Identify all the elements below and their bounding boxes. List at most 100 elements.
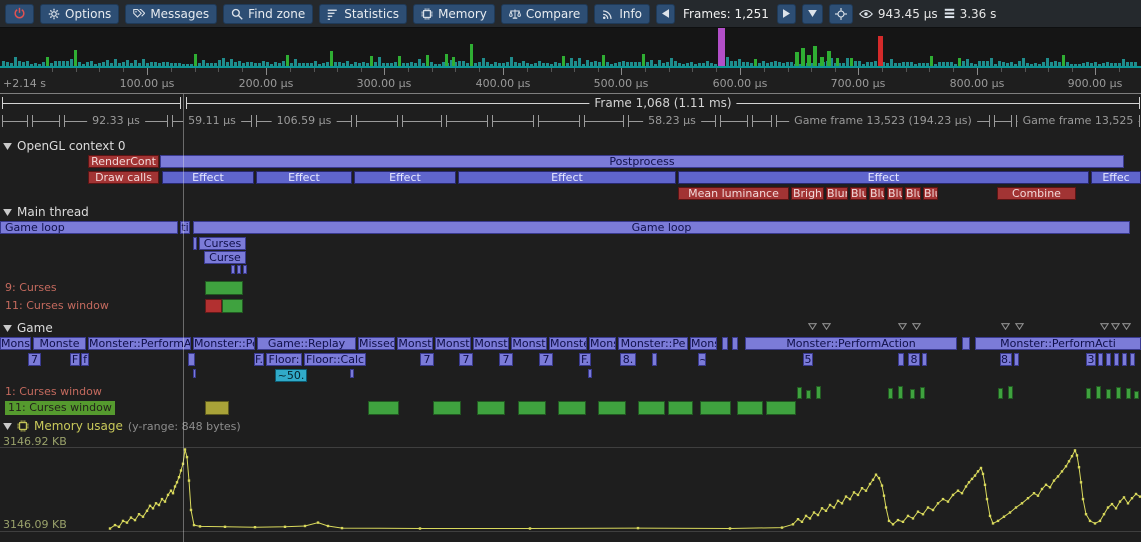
frame-time-histogram[interactable] bbox=[0, 28, 1141, 68]
timeline-zone[interactable]: Effect bbox=[678, 171, 1089, 184]
plot-bar[interactable] bbox=[998, 388, 1003, 399]
collapse-arrow-icon[interactable] bbox=[3, 143, 12, 150]
frame-bar[interactable] bbox=[1114, 63, 1117, 66]
frame-bar[interactable] bbox=[414, 63, 417, 66]
frame-marker[interactable] bbox=[492, 114, 534, 128]
frame-marker[interactable] bbox=[32, 114, 60, 128]
timeline-zone[interactable] bbox=[898, 353, 904, 366]
frame-bar[interactable] bbox=[526, 63, 529, 66]
frame-marker[interactable] bbox=[720, 114, 748, 128]
frame-bar[interactable] bbox=[546, 63, 549, 66]
frame-bar[interactable] bbox=[174, 63, 177, 66]
ghost-zone-icon[interactable] bbox=[912, 323, 921, 330]
frame-bar[interactable] bbox=[766, 63, 769, 66]
frame-bar[interactable] bbox=[726, 57, 729, 66]
frame-bar[interactable] bbox=[926, 63, 929, 66]
timeline-zone[interactable]: Missed bbox=[358, 337, 395, 350]
timeline-zone[interactable] bbox=[193, 237, 197, 250]
timeline-zone[interactable] bbox=[350, 369, 354, 378]
plot-bar[interactable] bbox=[898, 386, 903, 399]
frame-bar[interactable] bbox=[1038, 64, 1041, 66]
frame-bar[interactable] bbox=[1102, 63, 1105, 66]
frame-bar[interactable] bbox=[90, 61, 93, 66]
plot-bar[interactable] bbox=[518, 401, 546, 415]
frame-bar[interactable] bbox=[54, 61, 57, 66]
frame-bar[interactable] bbox=[434, 64, 437, 66]
frame-bar[interactable] bbox=[582, 64, 585, 66]
plot-bar[interactable] bbox=[477, 401, 505, 415]
frame-marker[interactable]: Game frame 13,525 bbox=[1016, 114, 1140, 128]
timeline-zone[interactable] bbox=[1130, 353, 1135, 366]
timeline-zone[interactable]: Mons bbox=[690, 337, 717, 350]
frame-bar[interactable] bbox=[1022, 58, 1025, 66]
find-zone-button[interactable]: Find zone bbox=[223, 4, 313, 24]
frame-bar[interactable] bbox=[122, 62, 125, 66]
frame-marker[interactable] bbox=[446, 114, 488, 128]
frame-bar[interactable] bbox=[498, 63, 501, 66]
timeline-zone[interactable]: Monster::Pe bbox=[618, 337, 688, 350]
frame-bar[interactable] bbox=[618, 62, 621, 66]
frame-bar[interactable] bbox=[650, 60, 653, 66]
frame-bar[interactable] bbox=[138, 63, 141, 66]
frame-bar[interactable] bbox=[274, 62, 277, 66]
ghost-zone-icon[interactable] bbox=[898, 323, 907, 330]
frame-bar[interactable] bbox=[642, 54, 645, 66]
frame-bar[interactable] bbox=[158, 63, 161, 66]
timeline-zone[interactable]: 3 bbox=[1086, 353, 1096, 366]
frame-bar[interactable] bbox=[466, 63, 469, 66]
timeline-zone[interactable]: Brigh bbox=[791, 187, 824, 200]
ghost-zone-icon[interactable] bbox=[1111, 323, 1120, 330]
timeline-zone[interactable]: Curses bbox=[199, 237, 246, 250]
frame-bar[interactable] bbox=[994, 64, 997, 66]
plot-bar[interactable] bbox=[700, 401, 731, 415]
frame-bar[interactable] bbox=[282, 61, 285, 66]
timeline-zone[interactable] bbox=[237, 265, 241, 274]
frame-bar[interactable] bbox=[590, 62, 593, 66]
frame-bar[interactable] bbox=[218, 60, 221, 66]
timeline-zone[interactable]: Monste bbox=[0, 337, 31, 350]
frame-bar[interactable] bbox=[730, 61, 733, 66]
frame-bar[interactable] bbox=[170, 63, 173, 66]
frame-bar[interactable] bbox=[1086, 62, 1089, 66]
frame-bar[interactable] bbox=[622, 61, 625, 66]
timeline-zone[interactable]: Postprocess bbox=[160, 155, 1124, 168]
memory-button[interactable]: Memory bbox=[413, 4, 495, 24]
frame-bar[interactable] bbox=[14, 57, 17, 66]
frame-bar[interactable] bbox=[710, 63, 713, 66]
info-button[interactable]: Info bbox=[594, 4, 650, 24]
timeline-zone[interactable]: 8. bbox=[620, 353, 636, 366]
frame-bar[interactable] bbox=[22, 62, 25, 66]
frame-bar[interactable] bbox=[930, 56, 933, 66]
collapse-arrow-icon[interactable] bbox=[3, 423, 12, 430]
frame-bar[interactable] bbox=[734, 61, 737, 66]
prev-frame-button[interactable] bbox=[656, 4, 675, 24]
frame-bar[interactable] bbox=[786, 62, 789, 66]
plot-bar[interactable] bbox=[806, 390, 811, 399]
frame-bar[interactable] bbox=[82, 64, 85, 66]
timeline-zone[interactable]: Monste bbox=[549, 337, 587, 350]
frame-bar[interactable] bbox=[850, 58, 853, 66]
plot-bar[interactable] bbox=[205, 401, 229, 415]
frame-bar[interactable] bbox=[686, 63, 689, 66]
timeline-zone[interactable]: Monster::PerformA bbox=[88, 337, 191, 350]
frame-bar[interactable] bbox=[878, 36, 883, 66]
timeline-zone[interactable]: RenderCont bbox=[88, 155, 159, 168]
timeline-zone[interactable]: Monster::PerformAction bbox=[745, 337, 957, 350]
frame-bar[interactable] bbox=[98, 63, 101, 66]
frame-bar[interactable] bbox=[638, 62, 641, 66]
frame-bar[interactable] bbox=[1106, 62, 1109, 66]
frame-bar[interactable] bbox=[646, 62, 649, 67]
frame-bar[interactable] bbox=[230, 59, 233, 66]
frame-bar[interactable] bbox=[807, 55, 811, 66]
frame-bar[interactable] bbox=[154, 62, 157, 66]
frame-marker[interactable]: 58.23 µs bbox=[628, 114, 716, 128]
frame-bar[interactable] bbox=[242, 63, 245, 66]
frame-bar[interactable] bbox=[258, 63, 261, 66]
timeline-zone[interactable]: F bbox=[70, 353, 80, 366]
frame-bar[interactable] bbox=[34, 63, 37, 66]
frame-bar[interactable] bbox=[538, 61, 541, 66]
frame-bar[interactable] bbox=[194, 54, 197, 66]
frame-marker[interactable] bbox=[538, 114, 580, 128]
frame-bar[interactable] bbox=[746, 62, 749, 66]
frame-bar[interactable] bbox=[402, 63, 405, 66]
